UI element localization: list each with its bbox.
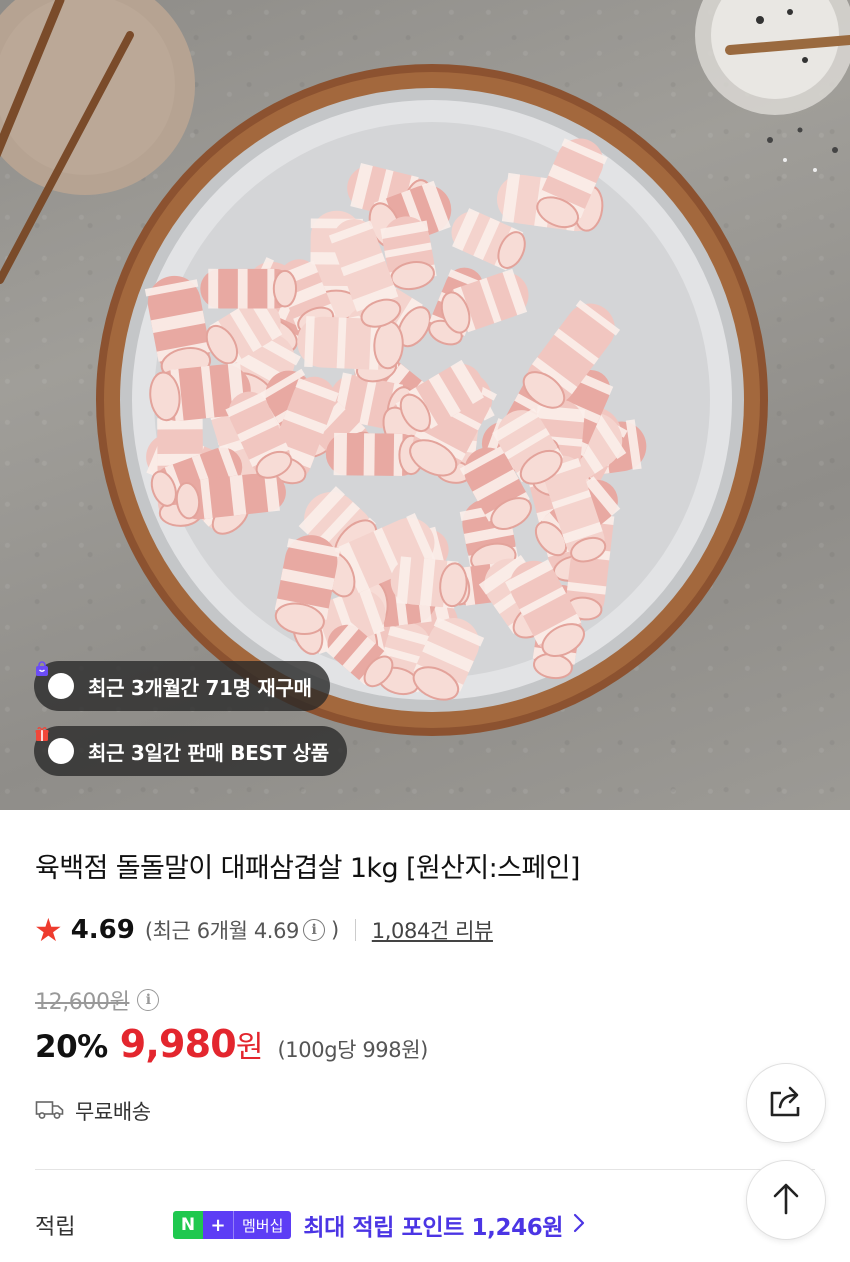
plus-icon: + [203, 1211, 233, 1239]
rating-row: ★ 4.69 (최근 6개월 4.69 i ) 1,084건 리뷰 [34, 914, 493, 946]
shopping-bag-icon [36, 661, 74, 699]
shipping-text: 무료배송 [75, 1100, 151, 1124]
rating-value: 4.69 [70, 915, 135, 945]
section-divider [35, 1169, 815, 1170]
star-icon: ★ [34, 911, 63, 949]
share-icon [766, 1083, 806, 1123]
gift-box-icon [35, 727, 74, 764]
points-row[interactable]: 적립 N + 멤버십 최대 적립 포인트 1,246원 [35, 1208, 835, 1242]
original-price: 12,600원 [35, 990, 130, 1015]
naver-n-logo: N [173, 1211, 203, 1239]
truck-icon [35, 1098, 65, 1124]
product-image: 최근 3개월간 71명 재구매 최근 3일간 판매 BEST 상품 [0, 0, 850, 810]
currency-unit: 원 [235, 1030, 264, 1065]
divider [354, 919, 356, 941]
sale-price: 9,980 [119, 1022, 237, 1066]
recent-rating-label: (최근 6개월 4.69 [144, 919, 300, 943]
sale-price-row: 20% 9,980 원 (100g당 998원) [35, 1022, 428, 1066]
repurchase-badge-text: 최근 3개월간 71명 재구매 [88, 675, 312, 700]
share-button[interactable] [746, 1063, 826, 1143]
recent-rating: (최근 6개월 4.69 i ) [145, 915, 339, 945]
review-count-link[interactable]: 1,084건 리뷰 [372, 915, 494, 945]
best-seller-badge: 최근 3일간 판매 BEST 상품 [34, 726, 347, 776]
best-seller-badge-text: 최근 3일간 판매 BEST 상품 [88, 740, 329, 765]
info-icon[interactable]: i [303, 919, 325, 941]
scroll-to-top-button[interactable] [746, 1160, 826, 1240]
unit-price: (100g당 998원) [277, 1038, 429, 1062]
membership-label: 멤버십 [233, 1211, 292, 1239]
original-price-row: 12,600원 i [35, 984, 165, 1016]
recent-rating-close: ) [331, 918, 339, 942]
max-points-text[interactable]: 최대 적립 포인트 1,246원 [303, 1208, 563, 1242]
price-info-icon[interactable]: i [137, 989, 160, 1011]
repurchase-badge: 최근 3개월간 71명 재구매 [34, 661, 330, 711]
discount-rate: 20% [35, 1029, 108, 1065]
arrow-up-icon [771, 1181, 801, 1219]
product-title: 육백점 돌돌말이 대패삼겹살 1kg [원산지:스페인] [35, 853, 580, 884]
naver-plus-membership-badge: N + 멤버십 [173, 1211, 292, 1239]
points-label: 적립 [35, 1215, 76, 1240]
shipping-row: 무료배송 [35, 1096, 151, 1126]
chevron-right-icon [573, 1213, 585, 1237]
